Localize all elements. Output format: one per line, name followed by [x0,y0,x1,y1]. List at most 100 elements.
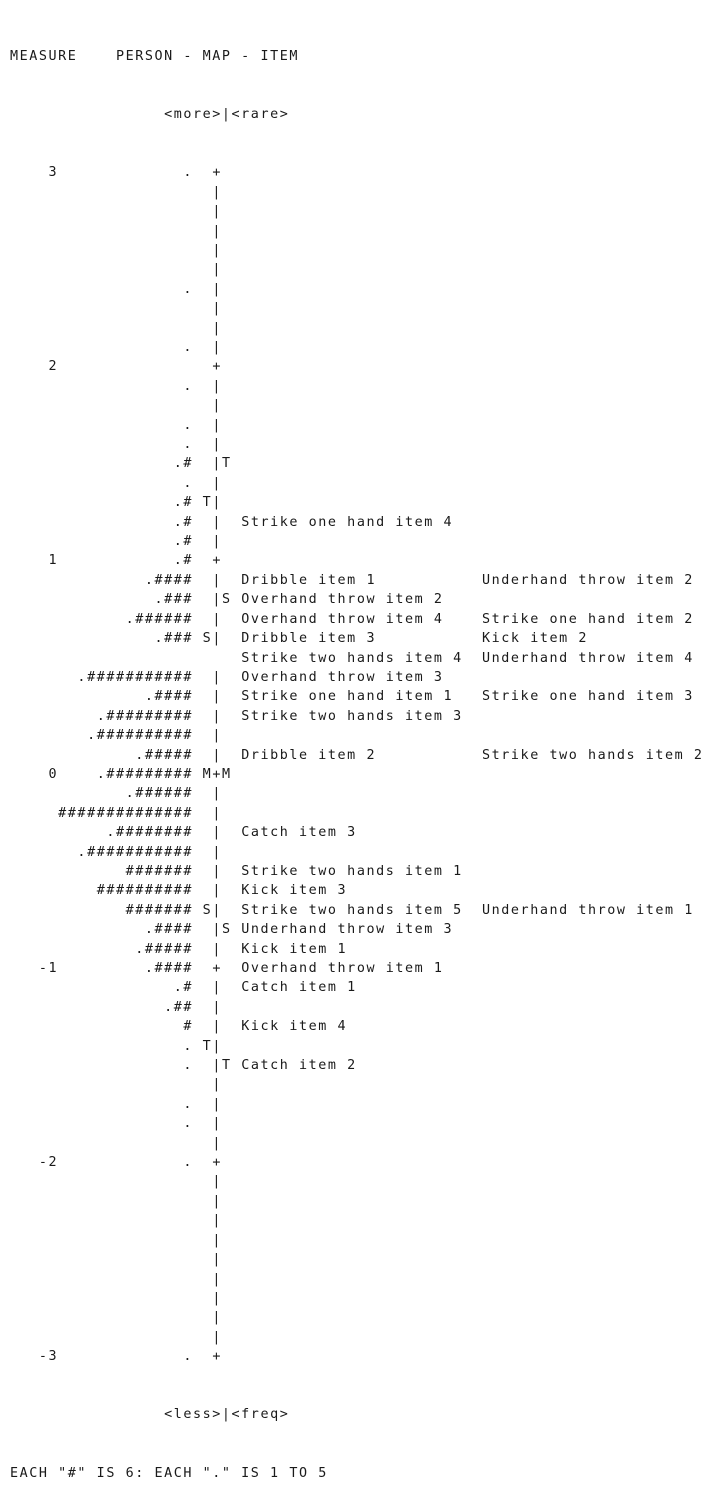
axis-mark: | [212,320,222,336]
measure-tick-label [10,922,58,937]
person-distribution: .# [58,495,194,511]
item-stat-marker [222,806,232,821]
person-distribution: ########## [58,883,194,899]
map-row: .######## | Catch item 3 [10,823,704,842]
map-row: Strike two hands item 4 Underhand throw … [10,649,704,668]
measure-tick-label [10,903,58,918]
item-label: Kick item 2 [482,631,588,647]
person-stat-marker [203,709,213,724]
person-distribution [58,1213,193,1228]
axis-mark: | [212,592,222,608]
item-stat-marker [222,845,232,860]
bottom-item-label: <freq> [231,1407,290,1423]
item-stat-marker [222,786,232,801]
map-row: | [10,319,704,338]
item-label: Catch item 3 [241,825,357,841]
axis-char: | [221,107,232,123]
person-distribution: . [58,378,194,394]
person-stat-marker [203,418,213,433]
person-distribution: .#### [58,689,194,705]
axis-mark: | [212,1116,222,1132]
map-row: .######### | Strike two hands item 3 [10,707,704,726]
item-stat-marker [222,651,232,666]
axis-mark: | [212,1252,222,1268]
map-row: . | [10,1114,704,1133]
axis-mark: + [212,553,222,569]
person-distribution: ####### [58,902,194,918]
measure-tick-label [10,224,58,239]
person-distribution: . [58,340,194,355]
map-row: .#### | Strike one hand item 1 Strike on… [10,687,704,706]
person-distribution: ####### [58,863,194,879]
person-distribution [58,1291,193,1306]
item-stat-marker [222,515,232,530]
map-row: .# | Strike one hand item 4 [10,513,704,532]
item-label: Underhand throw item 3 [241,922,454,938]
person-distribution [58,1310,193,1325]
axis-mark: | [212,728,222,744]
item-stat-marker [222,359,232,374]
axis-mark: | [212,1232,222,1248]
person-stat-marker: T [202,495,213,511]
measure-tick-label [10,592,58,607]
item-stat-marker [222,1310,232,1325]
measure-tick-label [10,418,58,433]
item-stat-marker [222,689,232,704]
person-distribution [58,185,193,200]
person-distribution: .# [58,514,194,530]
person-stat-marker [203,204,213,219]
person-distribution: .########### [58,669,194,685]
item-stat-marker [222,709,232,724]
measure-tick-label [10,340,58,355]
map-row: ####### | Strike two hands item 1 [10,862,704,881]
person-stat-marker [203,262,213,277]
axis-mark: | [212,1038,222,1054]
map-row: .## | [10,998,704,1017]
person-distribution: .# [58,980,194,996]
item-label: Kick item 4 [241,1019,348,1035]
top-person-label: <more> [164,107,222,123]
measure-tick-label [10,1000,58,1015]
map-row: .#### | Dribble item 1 Underhand throw i… [10,571,704,590]
axis-mark: | [212,902,222,918]
item-stat-marker [222,728,232,743]
measure-tick-label: 2 [10,359,59,375]
axis-mark: | [212,437,222,453]
person-distribution: . [58,1096,194,1112]
person-stat-marker [203,864,213,879]
person-stat-marker [203,359,213,374]
person-distribution: .#### [58,922,194,938]
item-stat-marker [222,1000,232,1015]
person-stat-marker [203,340,213,355]
person-item-map: MEASURE PERSON - MAP - ITEM <more>|<rare… [10,8,704,1502]
item-stat-marker [222,883,232,898]
axis-mark: | [212,398,222,414]
person-stat-marker [203,185,213,200]
measure-tick-label [10,806,58,821]
person-distribution: .######### [58,766,194,782]
person-distribution [58,204,193,219]
item-stat-marker [222,573,232,588]
top-labels-row: <more>|<rare> [10,105,704,124]
map-row: . | [10,1095,704,1114]
item-label: Strike two hands item 2 [482,747,704,763]
person-stat-marker [203,573,213,588]
person-stat-marker: S [202,631,213,647]
map-row: | [10,396,704,415]
person-stat-marker [203,515,213,530]
person-stat-marker [203,1330,213,1345]
measure-tick-label [10,631,58,646]
map-row: 3 . + [10,163,704,182]
